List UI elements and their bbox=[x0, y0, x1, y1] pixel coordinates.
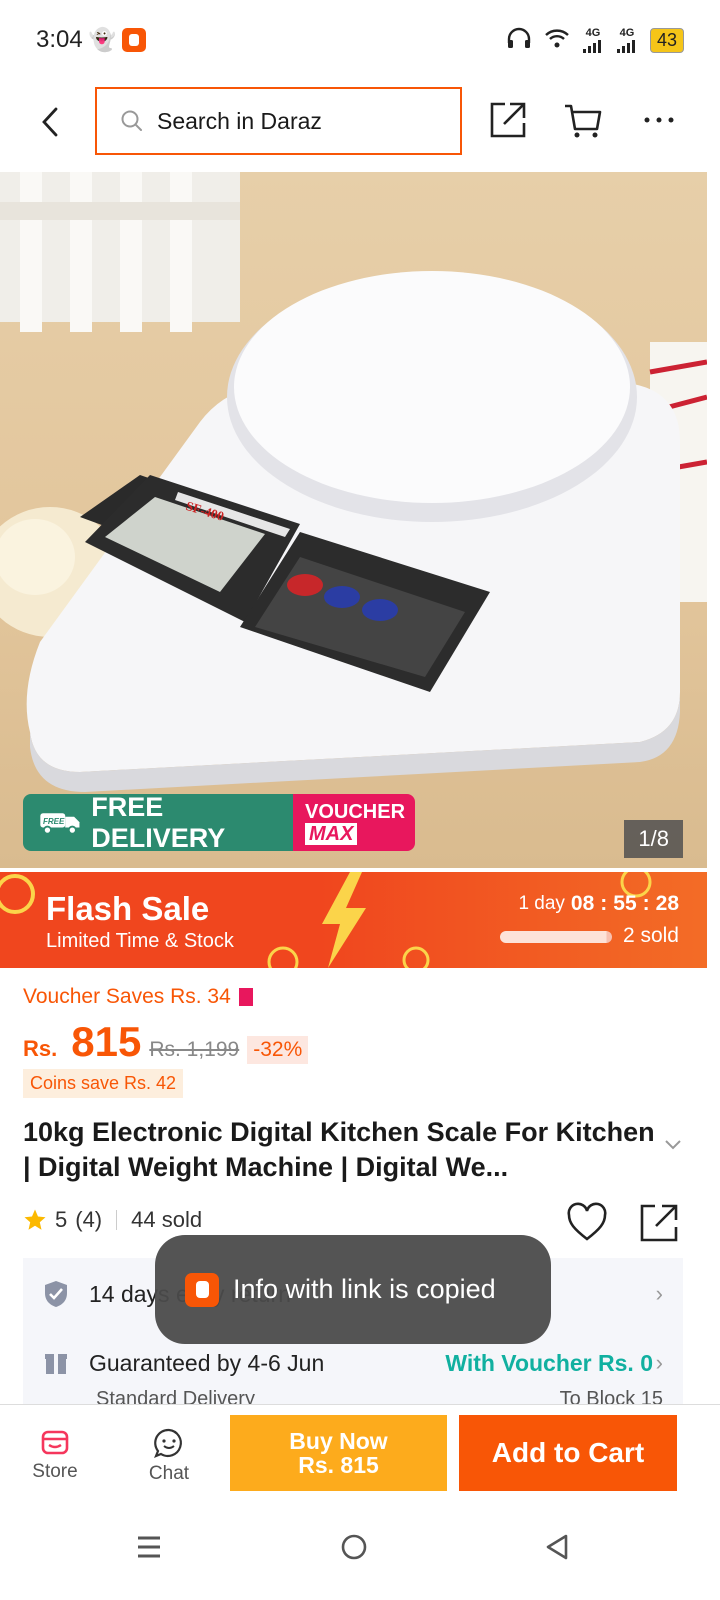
shield-icon bbox=[45, 1281, 67, 1307]
battery-icon: 43 bbox=[649, 27, 684, 53]
search-placeholder: Search in Daraz bbox=[157, 107, 322, 134]
delivery-location-label: To Block 15 bbox=[559, 1388, 663, 1404]
chevron-down-icon[interactable] bbox=[664, 1138, 682, 1150]
status-right: 4G 4G 43 bbox=[506, 27, 684, 54]
back-button[interactable] bbox=[30, 102, 70, 142]
standard-delivery-label: Standard Delivery bbox=[96, 1388, 255, 1404]
headphones-icon bbox=[506, 27, 532, 54]
lightning-bolt-icon bbox=[322, 872, 366, 968]
signal-icon-1: 4G bbox=[582, 27, 604, 53]
countdown-hours: 08 bbox=[570, 892, 595, 915]
wishlist-button[interactable] bbox=[566, 1202, 608, 1247]
free-delivery-label: FREE DELIVERY bbox=[91, 794, 226, 851]
countdown-sep-2: : bbox=[642, 892, 650, 915]
countdown-seconds: 28 bbox=[655, 892, 679, 915]
recent-apps-button[interactable] bbox=[124, 1522, 174, 1572]
chat-label: Chat bbox=[148, 1463, 190, 1484]
copied-toast: Info with link is copied bbox=[155, 1235, 551, 1344]
daraz-notification-icon bbox=[122, 28, 147, 52]
home-circle-icon bbox=[341, 1534, 367, 1560]
price-row: Rs. 815 Rs. 1,199 -32% bbox=[23, 1018, 309, 1066]
chevron-right-icon: › bbox=[655, 1281, 663, 1306]
daraz-app-icon bbox=[185, 1272, 219, 1307]
search-icon bbox=[121, 110, 142, 131]
more-button[interactable] bbox=[637, 98, 681, 142]
chat-icon bbox=[154, 1428, 182, 1458]
add-to-cart-button[interactable]: Add to Cart bbox=[459, 1415, 677, 1491]
price-value: 815 bbox=[71, 1018, 142, 1065]
discount-badge: -32% bbox=[247, 1036, 309, 1064]
system-nav-bar bbox=[0, 1500, 720, 1600]
product-title: 10kg Electronic Digital Kitchen Scale Fo… bbox=[23, 1117, 655, 1182]
share-product-button[interactable] bbox=[638, 1202, 680, 1249]
back-triangle-icon bbox=[546, 1534, 568, 1560]
buy-now-button[interactable]: Buy Now Rs. 815 bbox=[230, 1415, 447, 1491]
voucher-max-badge: VOUCHER MAX bbox=[293, 794, 415, 851]
toast-message: Info with link is copied bbox=[233, 1274, 496, 1304]
bottom-action-bar: Store Chat Buy Now Rs. 815 Add to Cart bbox=[0, 1404, 720, 1500]
home-button[interactable] bbox=[329, 1522, 379, 1572]
rating-row[interactable]: 5 (4) 44 sold bbox=[23, 1207, 202, 1233]
flash-sale-subtitle: Limited Time & Stock bbox=[46, 930, 234, 952]
flash-sale-title: Flash Sale bbox=[46, 890, 210, 927]
package-icon bbox=[45, 1354, 67, 1374]
voucher-saves[interactable]: Voucher Saves Rs. 34 bbox=[23, 985, 253, 1009]
sold-count: 44 sold bbox=[131, 1207, 203, 1232]
snapchat-icon: 👻 bbox=[88, 27, 117, 52]
free-small-label: FREE bbox=[43, 816, 65, 825]
share-icon bbox=[640, 1204, 678, 1242]
heart-icon bbox=[567, 1202, 607, 1241]
original-price: Rs. 1,199 bbox=[149, 1038, 240, 1061]
image-counter: 1/8 bbox=[624, 820, 683, 858]
delivery-guaranteed-label: Guaranteed by 4-6 Jun bbox=[89, 1349, 325, 1376]
flash-sale-banner[interactable]: Flash Sale Limited Time & Stock 1 day 08… bbox=[0, 872, 707, 968]
buy-now-price: Rs. 815 bbox=[298, 1452, 379, 1478]
buy-now-label: Buy Now bbox=[289, 1428, 388, 1454]
cart-button[interactable] bbox=[561, 98, 605, 142]
chat-button[interactable]: Chat bbox=[129, 1427, 209, 1485]
coins-save-badge: Coins save Rs. 42 bbox=[23, 1069, 184, 1098]
delivery-truck-icon: FREE bbox=[40, 812, 80, 835]
delivery-voucher-label: With Voucher Rs. 0 bbox=[445, 1349, 653, 1376]
cart-icon bbox=[565, 104, 602, 138]
star-icon bbox=[24, 1209, 46, 1230]
voucher-label: VOUCHER bbox=[305, 800, 406, 823]
share-icon bbox=[490, 102, 526, 138]
voucher-saves-label: Voucher Saves Rs. 34 bbox=[23, 985, 231, 1008]
status-bar: 3:04 👻 4G 4G 43 bbox=[0, 0, 720, 80]
store-button[interactable]: Store bbox=[15, 1427, 95, 1483]
status-time: 3:04 bbox=[36, 26, 83, 53]
countdown-minutes: 55 bbox=[613, 892, 637, 915]
flash-sold-count: 2 sold bbox=[622, 924, 679, 947]
chevron-right-icon: › bbox=[655, 1350, 663, 1375]
search-input[interactable]: Search in Daraz bbox=[95, 87, 462, 155]
countdown-sep-1: : bbox=[600, 892, 608, 915]
free-delivery-badge: FREE FREE DELIVERY bbox=[23, 794, 293, 851]
network-type-2: 4G bbox=[619, 27, 635, 39]
review-count: (4) bbox=[75, 1207, 103, 1232]
status-left: 3:04 👻 bbox=[36, 26, 147, 54]
product-photo: SF-400 bbox=[0, 172, 707, 792]
voucher-icon bbox=[238, 988, 253, 1006]
network-type-1: 4G bbox=[585, 27, 601, 39]
wifi-icon bbox=[544, 27, 570, 54]
promo-badges: FREE FREE DELIVERY VOUCHER MAX bbox=[23, 794, 415, 851]
product-image-gallery[interactable]: SF-400 FREE FREE DELIVERY VOUCHER MAX 1/… bbox=[0, 172, 707, 868]
store-icon bbox=[41, 1430, 69, 1455]
rating-value: 5 bbox=[55, 1207, 68, 1232]
flash-sold-progress bbox=[500, 931, 612, 943]
price-currency: Rs. bbox=[23, 1036, 58, 1061]
chevron-left-icon bbox=[42, 107, 58, 137]
menu-lines-icon bbox=[138, 1536, 160, 1558]
countdown-days: 1 day bbox=[518, 893, 565, 914]
flash-countdown: 1 day 08 : 55 : 28 bbox=[518, 892, 679, 916]
back-nav-button[interactable] bbox=[532, 1522, 582, 1572]
store-label: Store bbox=[32, 1461, 78, 1482]
more-dots-icon bbox=[644, 117, 674, 123]
share-button[interactable] bbox=[486, 98, 530, 142]
top-header: Search in Daraz bbox=[0, 80, 720, 170]
max-label: MAX bbox=[305, 822, 358, 845]
signal-icon-2: 4G bbox=[616, 27, 638, 53]
rating-divider bbox=[116, 1210, 118, 1230]
